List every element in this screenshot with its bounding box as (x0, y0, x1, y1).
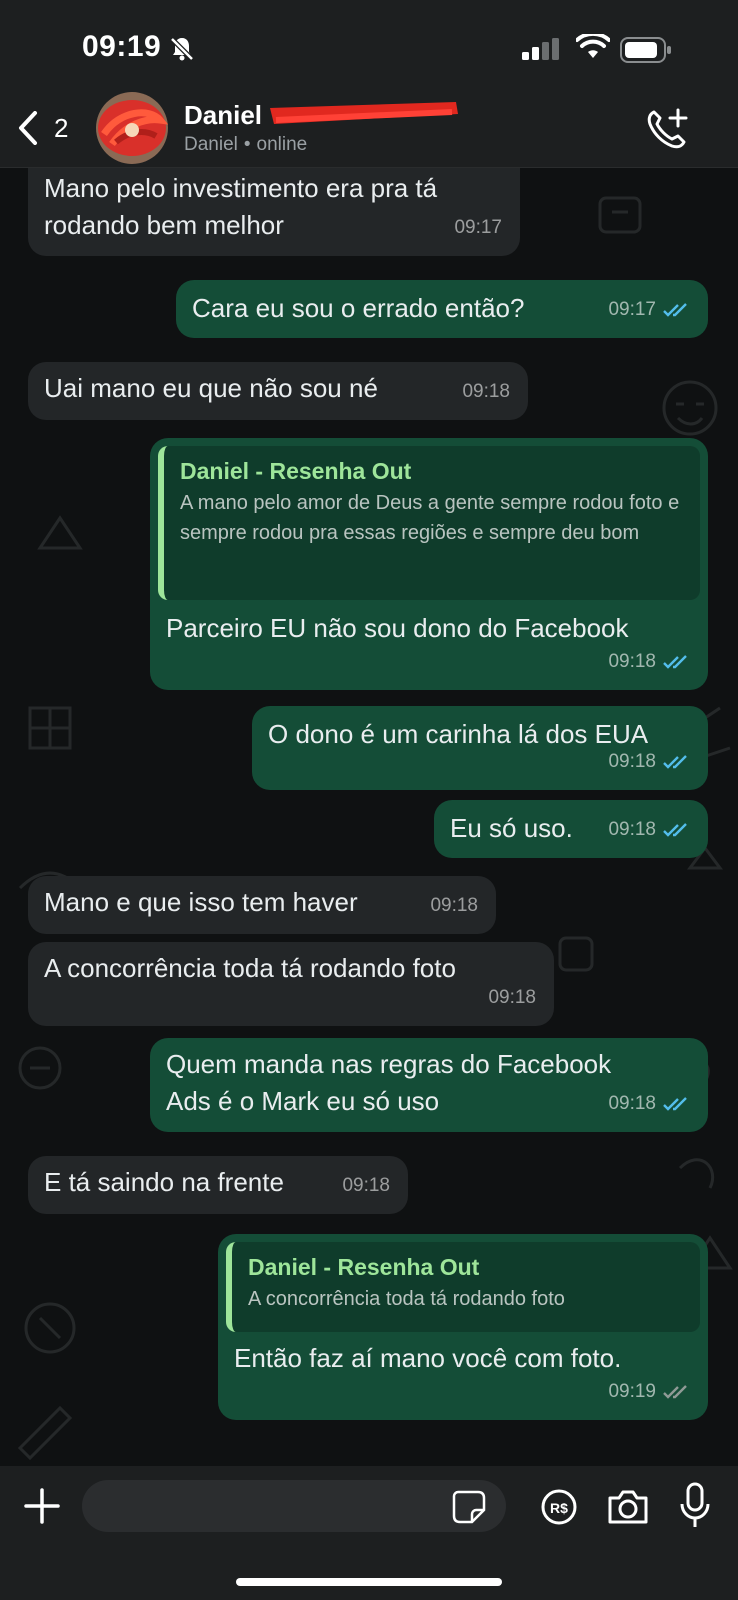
unread-count: 2 (54, 112, 69, 143)
message-outgoing[interactable]: O dono é um carinha lá dos EUA 09:18 (252, 706, 708, 790)
message-outgoing[interactable]: Cara eu sou o errado então? 09:17 (176, 280, 708, 338)
pix-icon[interactable]: R$ (540, 1488, 578, 1526)
home-indicator[interactable] (236, 1578, 502, 1586)
message-time: 09:18 (608, 1093, 656, 1114)
contact-status: online (256, 134, 308, 155)
name-redaction (270, 102, 458, 124)
chat-header: 2 Daniel Daniel • online (0, 86, 738, 168)
message-meta: 09:18 (608, 1085, 690, 1122)
read-ticks-icon (663, 302, 687, 317)
read-ticks-icon (663, 822, 687, 837)
message-text: Mano e que isso tem haver (44, 887, 358, 917)
quote-author: Daniel - Resenha Out (180, 458, 412, 484)
plus-icon[interactable] (20, 1484, 64, 1528)
back-button[interactable]: 2 (18, 108, 78, 148)
message-time: 09:18 (608, 751, 656, 772)
message-time: 09:18 (608, 651, 656, 672)
wifi-icon (576, 34, 610, 58)
camera-icon[interactable] (606, 1488, 650, 1526)
message-incoming[interactable]: Uai mano eu que não sou né 09:18 (28, 362, 528, 420)
message-meta: 09:18 (430, 887, 478, 924)
quote-author: Daniel - Resenha Out (248, 1254, 480, 1280)
message-text: Mano pelo investimento era pra tá rodand… (44, 173, 438, 240)
bell-muted-icon (170, 37, 194, 61)
message-time: 09:18 (342, 1175, 390, 1196)
mic-icon[interactable] (680, 1482, 710, 1530)
message-incoming[interactable]: Mano e que isso tem haver 09:18 (28, 876, 496, 934)
message-time: 09:17 (608, 299, 656, 320)
read-ticks-icon (663, 654, 687, 669)
message-outgoing-reply[interactable]: Daniel - Resenha Out A concorrência toda… (218, 1234, 708, 1420)
contact-subname: Daniel (184, 134, 238, 155)
message-meta: 09:18 (608, 811, 690, 848)
battery-icon (620, 37, 671, 63)
sticker-icon[interactable] (452, 1490, 486, 1524)
avatar-redaction (98, 100, 168, 156)
message-meta: 09:17 (608, 291, 690, 328)
message-meta: 09:18 (608, 643, 690, 680)
contact-subtitle: Daniel • online (184, 134, 308, 155)
signal-icon (522, 38, 559, 60)
sent-ticks-icon (663, 1384, 687, 1399)
message-time: 09:18 (488, 987, 536, 1008)
contact-name[interactable]: Daniel (184, 100, 262, 131)
message-meta: 09:17 (454, 209, 502, 246)
message-time: 09:18 (430, 895, 478, 916)
message-outgoing-reply[interactable]: Daniel - Resenha Out A mano pelo amor de… (150, 438, 708, 690)
message-incoming[interactable]: A concorrência toda tá rodando foto 09:1… (28, 942, 554, 1026)
message-text: E tá saindo na frente (44, 1167, 284, 1197)
chat-area[interactable]: Mano pelo investimento era pra tá rodand… (0, 168, 738, 1466)
message-meta: 09:18 (462, 373, 510, 410)
avatar[interactable] (96, 92, 168, 164)
message-input[interactable] (82, 1480, 506, 1532)
message-time: 09:18 (462, 381, 510, 402)
quoted-message[interactable]: Daniel - Resenha Out A concorrência toda… (226, 1242, 700, 1332)
message-meta: 09:18 (608, 743, 690, 780)
message-meta: 09:19 (608, 1373, 690, 1410)
message-text: A concorrência toda tá rodando foto (44, 953, 456, 983)
call-add-icon[interactable] (644, 106, 690, 152)
message-text: Parceiro EU não sou dono do Facebook (166, 613, 629, 643)
quote-text: A mano pelo amor de Deus a gente sempre … (180, 492, 680, 544)
message-outgoing[interactable]: Eu só uso. 09:18 (434, 800, 708, 858)
message-incoming[interactable]: Mano pelo investimento era pra tá rodand… (28, 168, 520, 256)
status-bar: 09:19 (0, 0, 738, 100)
message-incoming[interactable]: E tá saindo na frente 09:18 (28, 1156, 408, 1214)
message-time: 09:18 (608, 819, 656, 840)
svg-text:R$: R$ (550, 1500, 568, 1516)
message-meta: 09:18 (342, 1167, 390, 1204)
message-meta: 09:18 (488, 979, 536, 1016)
message-time: 09:19 (608, 1381, 656, 1402)
message-text: Então faz aí mano você com foto. (234, 1343, 622, 1373)
read-ticks-icon (663, 754, 687, 769)
input-bar: R$ (0, 1466, 738, 1600)
read-ticks-icon (663, 1096, 687, 1111)
status-time: 09:19 (82, 30, 162, 63)
message-text: Uai mano eu que não sou né (44, 373, 378, 403)
back-chevron-icon (19, 111, 37, 145)
message-outgoing[interactable]: Quem manda nas regras do Facebook Ads é … (150, 1038, 708, 1132)
message-time: 09:17 (454, 217, 502, 238)
quoted-message[interactable]: Daniel - Resenha Out A mano pelo amor de… (158, 446, 700, 600)
quote-text: A concorrência toda tá rodando foto (248, 1288, 565, 1310)
